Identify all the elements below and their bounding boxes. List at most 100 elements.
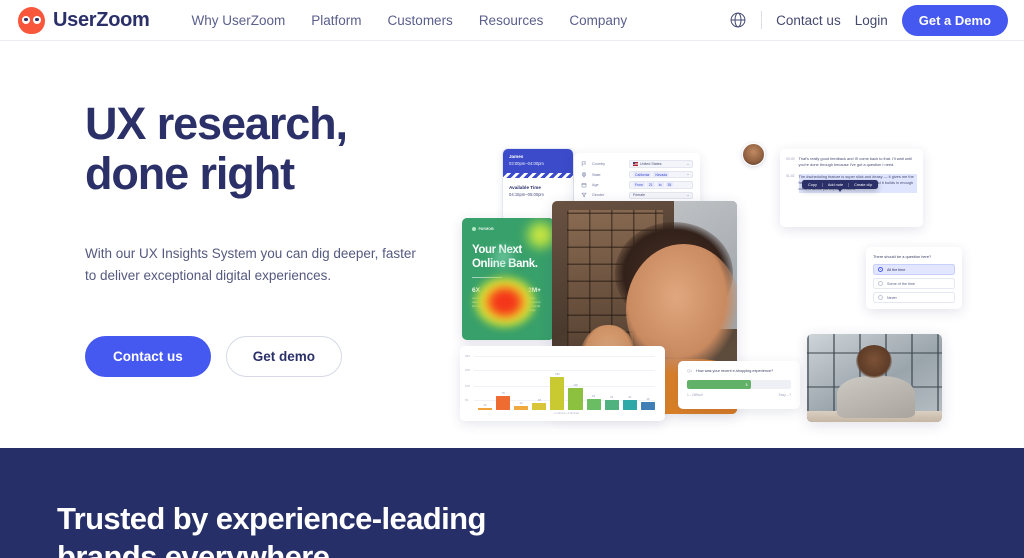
filter-chip-age-to[interactable]: to bbox=[656, 182, 664, 188]
bar[interactable] bbox=[568, 388, 583, 410]
survey-slider-legend: 1 – Difficult Easy – 7 bbox=[687, 393, 791, 397]
bar-value-label: 78 bbox=[501, 390, 505, 395]
bar[interactable] bbox=[496, 395, 511, 410]
calendar-icon bbox=[581, 182, 587, 188]
heatmap-blob bbox=[488, 244, 518, 270]
funnel-icon bbox=[581, 193, 587, 198]
nav-item-why-userzoom[interactable]: Why UserZoom bbox=[192, 13, 286, 28]
bar-column: 46 bbox=[640, 358, 655, 410]
bar[interactable] bbox=[640, 401, 655, 410]
bar-value-label: 118 bbox=[573, 383, 578, 388]
filter-row-country[interactable]: Country United States bbox=[581, 159, 693, 169]
nav-item-customers[interactable]: Customers bbox=[388, 13, 453, 28]
bar[interactable] bbox=[550, 376, 565, 410]
bar[interactable] bbox=[622, 400, 637, 410]
filter-row-state[interactable]: State California Nevada bbox=[581, 169, 693, 179]
transcript-action-tooltip: Copy Add note Create clip bbox=[802, 180, 879, 192]
bar[interactable] bbox=[586, 398, 601, 410]
bar-column: 62 bbox=[586, 358, 601, 410]
nav-item-company[interactable]: Company bbox=[569, 13, 627, 28]
filter-label-age: Age bbox=[592, 182, 599, 187]
tooltip-add-note-action[interactable]: Add note bbox=[821, 182, 848, 187]
bar-value-label: 62 bbox=[592, 393, 596, 398]
question-option-label: All the time bbox=[887, 267, 906, 272]
brand-dot-icon bbox=[472, 227, 476, 231]
transcript-timestamp: 01:02 bbox=[786, 174, 795, 179]
question-option-some-of-the-time[interactable]: Some of the time bbox=[873, 278, 955, 289]
bar-column: 38 bbox=[532, 358, 547, 410]
survey-slider-fill[interactable]: 5 bbox=[687, 380, 752, 389]
bar-value-label: 182 bbox=[555, 371, 560, 376]
hero-get-demo-button[interactable]: Get demo bbox=[225, 335, 343, 377]
filter-chip-age-max[interactable]: 35 bbox=[665, 182, 674, 188]
y-tick-label: 250 bbox=[465, 354, 471, 358]
avatar bbox=[742, 143, 765, 166]
question-option-never[interactable]: Never bbox=[873, 292, 955, 303]
filter-row-age[interactable]: Age From 21 to 35 bbox=[581, 180, 693, 190]
main-nav: Why UserZoom Platform Customers Resource… bbox=[192, 13, 628, 28]
hero-title-line2: done right bbox=[85, 148, 295, 200]
brand-name: PAYMOB bbox=[478, 227, 494, 231]
transcript-timestamp: 00:49 bbox=[786, 156, 795, 161]
bar[interactable] bbox=[478, 407, 493, 410]
question-option-label: Some of the time bbox=[887, 281, 915, 286]
transcript-text[interactable]: That's really good feedback and I'll com… bbox=[799, 156, 918, 169]
survey-scale-max-label: Easy – 7 bbox=[778, 393, 791, 397]
hero-collage: James 03:00pm–04:00pm Available Time 04:… bbox=[452, 136, 1012, 436]
transcript-card: 00:49 That's really good feedback and I'… bbox=[780, 149, 923, 227]
scheduling-card-header: James 03:00pm–04:00pm bbox=[503, 149, 573, 174]
hero-subtitle: With our UX Insights System you can dig … bbox=[85, 245, 416, 283]
bar-column: 22 bbox=[514, 358, 529, 410]
hero-title-line1: UX research, bbox=[85, 98, 348, 149]
contact-us-link[interactable]: Contact us bbox=[776, 13, 841, 28]
userzoom-owl-icon bbox=[18, 6, 45, 34]
globe-icon[interactable] bbox=[729, 11, 747, 29]
y-tick-label: 50 bbox=[465, 398, 469, 402]
bar-column: 12 bbox=[478, 358, 493, 410]
logo-text: UserZoom bbox=[53, 8, 150, 31]
bar-value-label: 12 bbox=[483, 402, 487, 407]
bar-value-label: 38 bbox=[537, 398, 541, 403]
survey-question-number: Q1 bbox=[687, 369, 693, 373]
filter-chip-california[interactable]: California bbox=[633, 172, 652, 178]
filter-chip-nevada[interactable]: Nevada bbox=[653, 172, 670, 178]
trusted-heading-line2: brands everywhere bbox=[57, 538, 330, 558]
hero-copy: UX research, done right With our UX Insi… bbox=[85, 98, 425, 377]
survey-slider-track[interactable]: 5 bbox=[687, 380, 791, 389]
bar-chart-card: 250 200 100 50 12 78 22 38 182 118 62 54 52 46 +1… bbox=[460, 346, 665, 421]
question-title: There should be a question here? bbox=[873, 254, 932, 259]
transcript-line: 00:49 That's really good feedback and I'… bbox=[786, 156, 917, 169]
survey-rating-card: Q1 How was your recent e-shopping experi… bbox=[678, 361, 800, 409]
question-option-all-the-time[interactable]: All the time bbox=[873, 264, 955, 275]
logo[interactable]: UserZoom bbox=[18, 6, 150, 34]
nav-item-platform[interactable]: Platform bbox=[311, 13, 361, 28]
y-tick-label: 100 bbox=[465, 384, 471, 388]
hero-buttons: Contact us Get demo bbox=[85, 335, 425, 377]
bar[interactable] bbox=[514, 405, 529, 410]
trusted-heading: Trusted by experience-leading brands eve… bbox=[57, 500, 1024, 558]
hero-contact-us-button[interactable]: Contact us bbox=[85, 335, 211, 377]
login-link[interactable]: Login bbox=[855, 13, 888, 28]
nav-item-resources[interactable]: Resources bbox=[479, 13, 544, 28]
filter-control-country[interactable]: United States bbox=[629, 160, 693, 168]
filter-control-gender[interactable]: Female bbox=[629, 191, 693, 200]
filter-row-gender[interactable]: Gender Female bbox=[581, 190, 693, 200]
filter-value-gender: Female bbox=[633, 193, 645, 198]
filter-label-state: State bbox=[592, 172, 601, 177]
radio-icon bbox=[878, 281, 883, 286]
filter-control-state[interactable]: California Nevada bbox=[629, 170, 693, 179]
bar-column: 182 bbox=[550, 358, 565, 410]
bar[interactable] bbox=[532, 403, 547, 410]
filter-control-age[interactable]: From 21 to 35 bbox=[629, 181, 693, 189]
trusted-by-section: Trusted by experience-leading brands eve… bbox=[0, 448, 1024, 558]
filter-chip-age-from[interactable]: From bbox=[633, 182, 645, 188]
chevron-down-icon bbox=[687, 194, 689, 196]
tooltip-copy-action[interactable]: Copy bbox=[803, 183, 822, 187]
bar-value-label: 54 bbox=[610, 395, 614, 400]
bar[interactable] bbox=[604, 400, 619, 410]
get-a-demo-button[interactable]: Get a Demo bbox=[901, 4, 1008, 36]
question-option-label: Never bbox=[887, 295, 897, 300]
survey-question-row: Q1 How was your recent e-shopping experi… bbox=[687, 369, 791, 373]
tooltip-create-clip-action[interactable]: Create clip bbox=[848, 182, 877, 187]
filter-chip-age-min[interactable]: 21 bbox=[646, 182, 655, 188]
